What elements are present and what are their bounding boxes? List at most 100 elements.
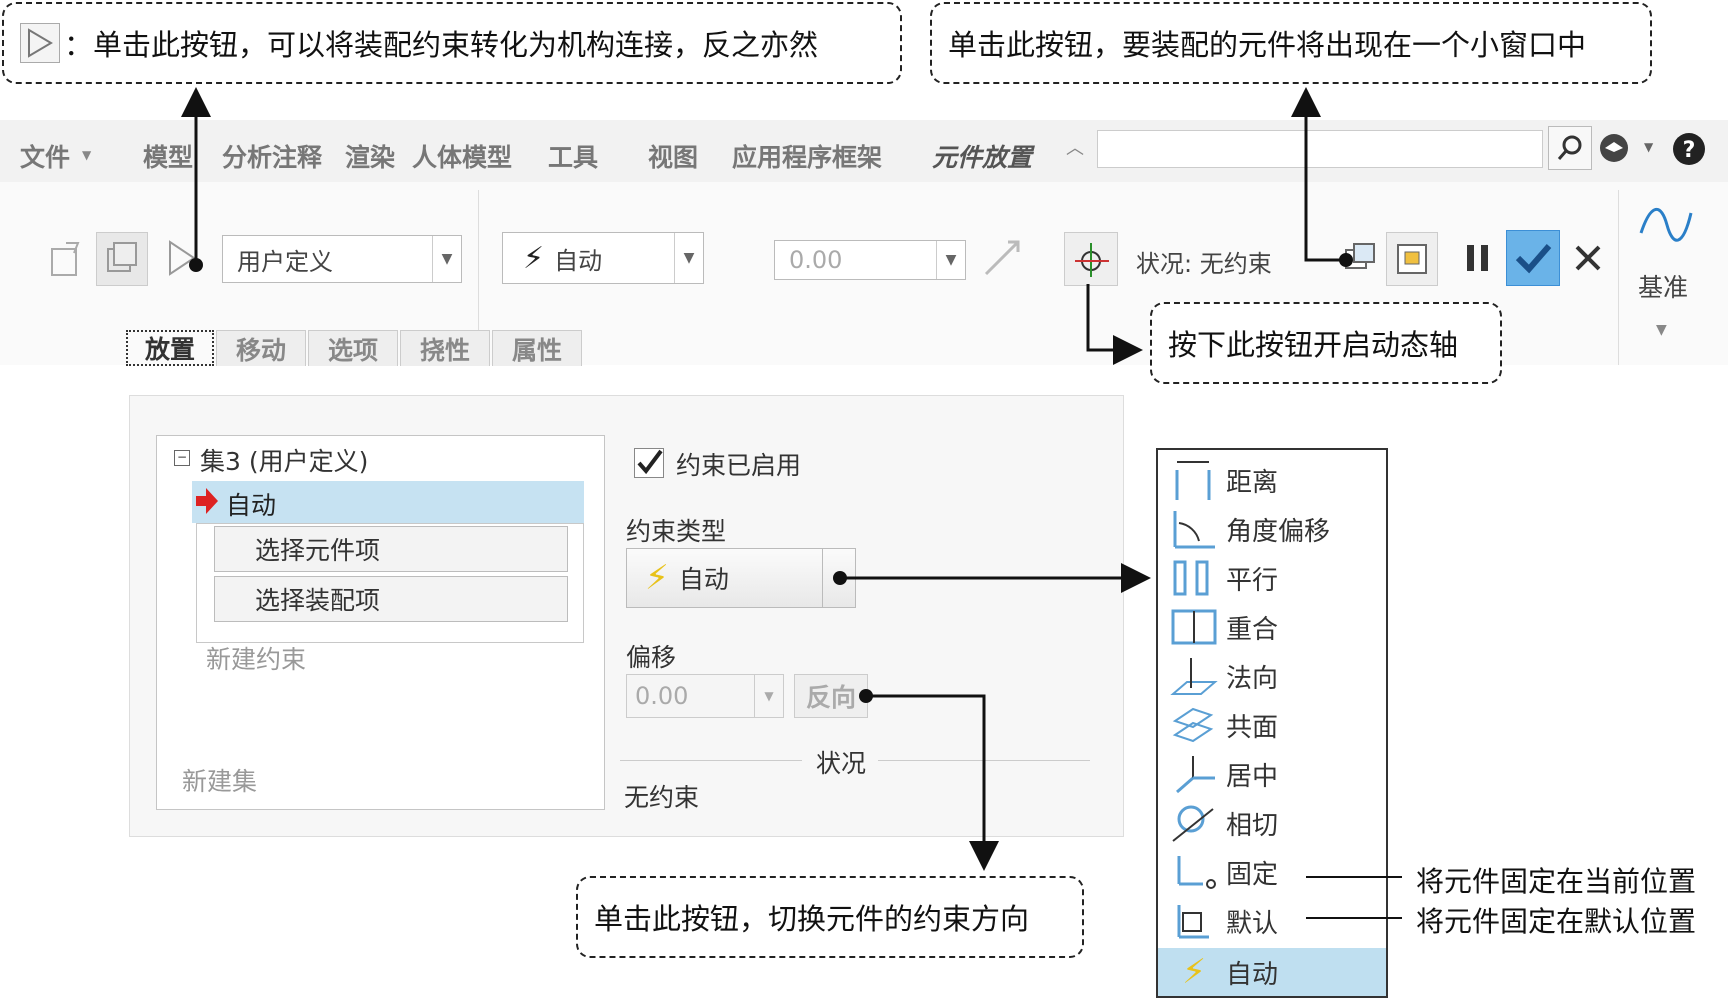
separate-copy-icon[interactable] [96, 232, 148, 286]
lightning-icon: ⚡ [1182, 952, 1206, 992]
subtab-move[interactable]: 移动 [216, 330, 306, 366]
datum-curve-icon[interactable] [1636, 196, 1696, 252]
community-icon[interactable] [1598, 132, 1630, 168]
callout-text: 按下此按钮开启动态轴 [1168, 328, 1459, 362]
tab-render[interactable]: 渲染 [345, 138, 395, 174]
constraint-type-menu: 距离 角度偏移 平行 重合 法向 共面 居中 相切 固定 默认 ⚡ 自动 [1156, 448, 1388, 998]
tab-component-placement[interactable]: 元件放置 [932, 138, 1032, 174]
new-set-link[interactable]: 新建集 [182, 762, 257, 798]
menu-item-label: 法向 [1226, 663, 1279, 694]
datum-label[interactable]: 基准 [1638, 268, 1688, 304]
callout-flip: 单击此按钮，切换元件的约束方向 [576, 876, 1084, 958]
menu-item-coplanar[interactable]: 共面 [1158, 701, 1386, 749]
tab-annotate[interactable]: 分析注释 [222, 138, 322, 174]
coplanar-icon [1166, 703, 1222, 747]
chevron-down-icon: ▼ [432, 236, 461, 282]
component-window-icon[interactable] [1386, 232, 1438, 286]
constraint-enabled-label: 约束已启用 [676, 451, 802, 480]
lightning-icon: ⚡ [645, 558, 669, 598]
offset-field[interactable]: 0.00 ▼ [626, 674, 784, 718]
constraint-type-dropdown[interactable]: ⚡ 自动 [626, 548, 856, 608]
lightning-icon: ⚡ [523, 240, 545, 276]
flip-button[interactable]: 反向 [794, 674, 868, 718]
user-defined-select[interactable]: 用户定义 ▼ [222, 235, 462, 283]
callout-mechanism-convert: ：单击此按钮，可以将装配约束转化为机构连接，反之亦然 [2, 2, 902, 84]
search-input[interactable] [1097, 130, 1543, 168]
subtab-properties[interactable]: 属性 [492, 330, 582, 366]
chevron-down-icon: ▼ [82, 148, 92, 162]
status-divider [620, 760, 802, 761]
tab-file[interactable]: 文件 [20, 138, 70, 174]
menu-item-label: 共面 [1226, 712, 1279, 743]
ribbon-tab-bar: 文件 ▼ 模型 分析注释 渲染 人体模型 工具 视图 应用程序框架 元件放置 ︿… [0, 120, 1728, 183]
menu-item-distance[interactable]: 距离 [1158, 456, 1386, 504]
convert-to-mechanism-icon[interactable] [162, 236, 202, 280]
offset-label: 偏移 [626, 643, 677, 672]
menu-item-normal[interactable]: 法向 [1158, 652, 1386, 700]
status-heading: 状况 [816, 749, 867, 778]
select-component-item[interactable]: 选择元件项 [214, 526, 568, 572]
callout-text: 单击此按钮，切换元件的约束方向 [594, 902, 1030, 936]
parallel-icon [1166, 556, 1222, 600]
svg-text:?: ? [1683, 138, 1696, 163]
menu-item-angle-offset[interactable]: 角度偏移 [1158, 505, 1386, 553]
flip-button-label: 反向 [805, 683, 856, 712]
auto-item-label: 自动 [226, 491, 277, 520]
fix-icon [1166, 850, 1222, 894]
new-constraint-link[interactable]: 新建约束 [206, 640, 306, 676]
chevron-down-icon: ▼ [754, 675, 783, 717]
menu-item-label: 角度偏移 [1226, 516, 1331, 547]
search-icon[interactable] [1548, 126, 1592, 170]
constraint-type-value: 自动 [554, 246, 603, 275]
flip-icon[interactable] [980, 236, 1024, 280]
dynamic-axis-icon[interactable] [1064, 232, 1118, 286]
callout-text: ：单击此按钮，可以将装配约束转化为机构连接，反之亦然 [64, 28, 819, 62]
subtab-placement[interactable]: 放置 [126, 330, 214, 366]
set-label[interactable]: 集3 (用户定义) [200, 442, 368, 478]
constraint-enabled-checkbox[interactable] [634, 448, 664, 478]
menu-item-auto[interactable]: ⚡ 自动 [1158, 948, 1386, 996]
menu-item-label: 居中 [1226, 761, 1279, 792]
convert-icon [20, 23, 60, 63]
menu-item-label: 距离 [1226, 467, 1279, 498]
menu-item-parallel[interactable]: 平行 [1158, 554, 1386, 602]
menu-item-centered[interactable]: 居中 [1158, 750, 1386, 798]
menu-item-coincident[interactable]: 重合 [1158, 603, 1386, 651]
separate-window-icon[interactable] [1340, 238, 1380, 278]
help-icon[interactable]: ? [1672, 132, 1706, 170]
collapse-ribbon-icon[interactable]: ︿ [1066, 134, 1084, 160]
subtab-options[interactable]: 选项 [308, 330, 398, 366]
menu-item-fix[interactable]: 固定 [1158, 848, 1386, 896]
tab-tools[interactable]: 工具 [548, 138, 598, 174]
menu-item-label: 相切 [1226, 810, 1279, 841]
subtab-flexibility[interactable]: 挠性 [400, 330, 490, 366]
default-icon [1166, 899, 1222, 943]
constraint-type-label: 约束类型 [626, 517, 727, 546]
status-value: 无约束 [624, 783, 700, 812]
constraint-type-select[interactable]: ⚡ 自动 ▼ [502, 232, 704, 284]
pause-icon[interactable] [1458, 238, 1498, 278]
dropdown-toggle[interactable] [822, 549, 855, 607]
offset-input[interactable]: 0.00 ▼ [774, 240, 966, 280]
placement-icon[interactable] [48, 238, 88, 280]
chevron-down-icon[interactable]: ▼ [1644, 140, 1653, 154]
menu-item-tangent[interactable]: 相切 [1158, 799, 1386, 847]
tab-model[interactable]: 模型 [143, 138, 193, 174]
tab-app-framework[interactable]: 应用程序框架 [732, 138, 882, 174]
ribbon-divider [1618, 190, 1619, 365]
cancel-icon[interactable] [1568, 238, 1608, 278]
offset-field-value: 0.00 [635, 682, 689, 710]
ok-check-icon[interactable] [1506, 230, 1560, 286]
note-fix-current: 将元件固定在当前位置 [1416, 865, 1697, 898]
chevron-down-icon: ▼ [674, 233, 703, 283]
menu-item-default[interactable]: 默认 [1158, 897, 1386, 945]
chevron-down-icon[interactable]: ▼ [1656, 322, 1667, 338]
status-divider [878, 760, 1090, 761]
tab-human-model[interactable]: 人体模型 [412, 138, 512, 174]
tab-view[interactable]: 视图 [648, 138, 698, 174]
callout-separate-window: 单击此按钮，要装配的元件将出现在一个小窗口中 [930, 2, 1652, 84]
coincident-icon [1166, 605, 1222, 649]
select-assembly-item[interactable]: 选择装配项 [214, 576, 568, 622]
collapse-icon[interactable]: − [174, 450, 190, 466]
constraint-type-dropdown-value: 自动 [678, 565, 729, 594]
